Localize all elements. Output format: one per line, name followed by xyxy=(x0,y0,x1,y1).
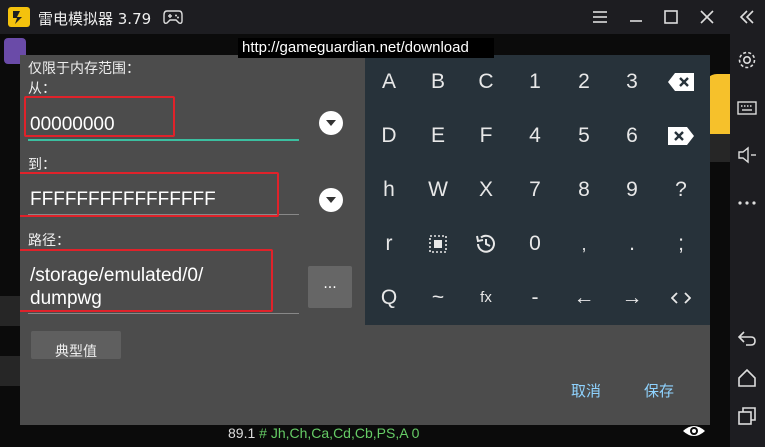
swap-key[interactable] xyxy=(657,271,705,325)
close-icon[interactable] xyxy=(697,7,717,27)
key-h[interactable]: h xyxy=(365,163,413,217)
window-title: 雷电模拟器 3.79 xyxy=(38,10,152,28)
volume-down-icon[interactable] xyxy=(736,144,758,166)
app-logo-icon xyxy=(8,7,30,27)
key-c[interactable]: C xyxy=(462,55,510,109)
maximize-icon[interactable] xyxy=(661,7,681,27)
emulator-sidebar xyxy=(730,0,765,447)
key-comma[interactable]: , xyxy=(560,217,608,271)
background-row xyxy=(0,356,20,386)
from-dropdown-button[interactable] xyxy=(319,111,343,135)
key-a[interactable]: A xyxy=(365,55,413,109)
backspace-key[interactable] xyxy=(657,55,705,109)
back-icon[interactable] xyxy=(736,327,758,349)
range-label: 仅限于内存范围： xyxy=(28,61,140,77)
emulator-screen: 89.1 # Jh,Ch,Ca,Cd,Cb,PS,A 0 仅限于内存范围： 从：… xyxy=(0,34,730,447)
key-7[interactable]: 7 xyxy=(511,163,559,217)
key-tilde[interactable]: ~ xyxy=(414,271,462,325)
key-6[interactable]: 6 xyxy=(608,109,656,163)
collapse-sidebar-icon[interactable] xyxy=(736,6,758,28)
from-highlight-box xyxy=(24,96,175,137)
select-icon xyxy=(429,235,447,254)
key-function[interactable]: fx xyxy=(462,271,510,325)
home-icon[interactable] xyxy=(736,367,758,389)
keyboard-icon[interactable] xyxy=(736,97,758,119)
key-0[interactable]: 0 xyxy=(511,217,559,271)
more-options-icon[interactable] xyxy=(736,192,758,214)
select-key[interactable] xyxy=(414,217,462,271)
dialog-form: 仅限于内存范围： 从： 00000000 到： FFFFFFFFFFFFFFFF… xyxy=(20,55,365,425)
recent-apps-icon[interactable] xyxy=(736,405,758,427)
key-question[interactable]: ? xyxy=(657,163,705,217)
key-minus[interactable]: - xyxy=(511,271,559,325)
menu-icon[interactable] xyxy=(590,7,610,27)
status-line: 89.1 # Jh,Ch,Ca,Cd,Cb,PS,A 0 xyxy=(228,425,419,441)
hex-keyboard: A B C 1 2 3 D E F 4 5 6 h W X 7 8 9 ? r … xyxy=(365,55,710,325)
to-dropdown-button[interactable] xyxy=(319,188,343,212)
key-d[interactable]: D xyxy=(365,109,413,163)
delete-forward-icon xyxy=(668,127,694,146)
history-key[interactable] xyxy=(462,217,510,271)
save-button[interactable]: 保存 xyxy=(644,380,674,401)
key-5[interactable]: 5 xyxy=(560,109,608,163)
key-b[interactable]: B xyxy=(414,55,462,109)
key-r[interactable]: r xyxy=(365,217,413,271)
key-period[interactable]: . xyxy=(608,217,656,271)
key-w[interactable]: W xyxy=(414,163,462,217)
key-2[interactable]: 2 xyxy=(560,55,608,109)
from-label: 从： xyxy=(28,81,56,97)
path-highlight-box xyxy=(20,249,273,312)
gamepad-icon[interactable] xyxy=(163,9,183,25)
key-x[interactable]: X xyxy=(462,163,510,217)
to-highlight-box xyxy=(20,172,279,217)
dump-memory-dialog: 仅限于内存范围： 从： 00000000 到： FFFFFFFFFFFFFFFF… xyxy=(20,55,710,425)
key-f[interactable]: F xyxy=(462,109,510,163)
key-4[interactable]: 4 xyxy=(511,109,559,163)
browse-path-button[interactable]: ... xyxy=(308,266,352,308)
status-line-text: # Jh,Ch,Ca,Cd,Cb,PS,A 0 xyxy=(259,425,420,441)
swap-arrows-icon xyxy=(670,292,692,305)
history-icon xyxy=(476,235,495,254)
to-label: 到： xyxy=(28,157,56,173)
cursor-right-key[interactable]: → xyxy=(608,271,656,325)
key-1[interactable]: 1 xyxy=(511,55,559,109)
key-9[interactable]: 9 xyxy=(608,163,656,217)
cursor-left-key[interactable]: ← xyxy=(560,271,608,325)
backspace-icon xyxy=(668,73,694,92)
background-row xyxy=(0,296,20,326)
from-input-underline xyxy=(28,139,299,141)
path-label: 路径： xyxy=(28,233,70,249)
path-input-underline xyxy=(28,313,299,314)
status-line-number: 89.1 xyxy=(228,425,256,441)
key-8[interactable]: 8 xyxy=(560,163,608,217)
key-q[interactable]: Q xyxy=(365,271,413,325)
typical-values-button[interactable]: 典型值 xyxy=(31,331,121,359)
key-semicolon[interactable]: ; xyxy=(657,217,705,271)
background-row xyxy=(710,134,730,162)
settings-gear-icon[interactable] xyxy=(736,49,758,71)
cancel-button[interactable]: 取消 xyxy=(571,380,601,401)
title-bar: 雷电模拟器 3.79 xyxy=(0,0,730,34)
download-url-banner: http://gameguardian.net/download xyxy=(238,38,494,58)
key-e[interactable]: E xyxy=(414,109,462,163)
delete-key[interactable] xyxy=(657,109,705,163)
minimize-icon[interactable] xyxy=(626,7,646,27)
key-3[interactable]: 3 xyxy=(608,55,656,109)
